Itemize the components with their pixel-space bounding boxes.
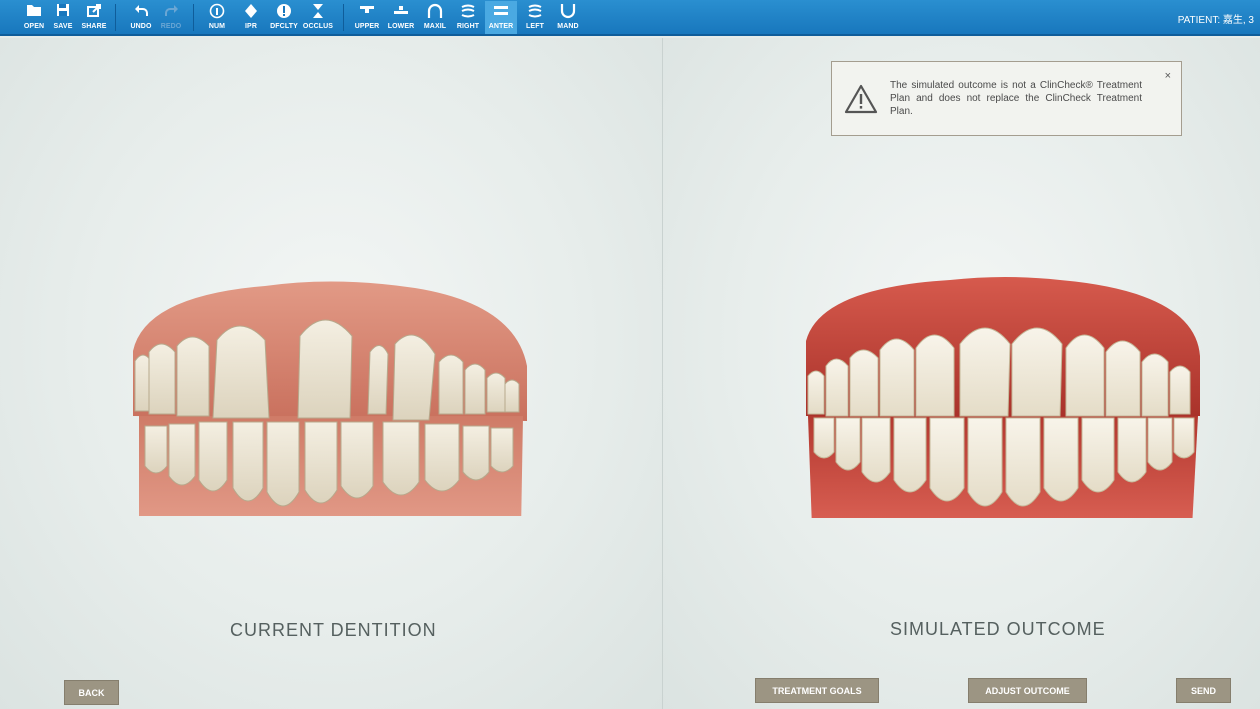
- left-view-button[interactable]: LEFT: [519, 1, 551, 34]
- right-view-button[interactable]: RIGHT: [452, 1, 484, 34]
- anterior-view-button[interactable]: ANTER: [485, 1, 517, 34]
- maxillary-view-button[interactable]: MAXIL: [419, 1, 451, 34]
- current-dentition-model[interactable]: [125, 266, 535, 516]
- toolbar-separator: [343, 4, 344, 31]
- save-icon: [47, 3, 79, 23]
- right-view-icon: [452, 3, 484, 23]
- lower-view-icon: [385, 3, 417, 23]
- toolbar-separator: [193, 4, 194, 31]
- adjust-outcome-button[interactable]: ADJUST OUTCOME: [968, 678, 1087, 703]
- left-view-icon: [519, 3, 551, 23]
- difficulty-button[interactable]: DFCLTY: [268, 1, 300, 34]
- ipr-button[interactable]: IPR: [235, 1, 267, 34]
- undo-icon: [125, 3, 157, 23]
- treatment-goals-button[interactable]: TREATMENT GOALS: [755, 678, 879, 703]
- anterior-view-icon: [485, 3, 517, 23]
- back-button[interactable]: BACK: [64, 680, 119, 705]
- disclaimer-notice: The simulated outcome is not a ClinCheck…: [831, 61, 1182, 136]
- ipr-diamond-icon: [235, 3, 267, 23]
- maxillary-view-icon: [419, 3, 451, 23]
- mandibular-view-button[interactable]: MAND: [552, 1, 584, 34]
- redo-icon: [155, 3, 187, 23]
- current-dentition-title: CURRENT DENTITION: [230, 620, 437, 640]
- upper-view-button[interactable]: UPPER: [351, 1, 383, 34]
- toolbar-separator: [115, 4, 116, 31]
- disclaimer-text: The simulated outcome is not a ClinCheck…: [890, 80, 1142, 117]
- open-button[interactable]: OPEN: [18, 1, 50, 34]
- num-button[interactable]: NUM: [201, 1, 233, 34]
- occlusion-button[interactable]: OCCLUS: [302, 1, 334, 34]
- current-dentition-panel: CURRENT DENTITION: [0, 38, 662, 709]
- simulated-outcome-title: SIMULATED OUTCOME: [890, 619, 1106, 639]
- warning-icon: [844, 84, 878, 114]
- mandibular-view-icon: [552, 3, 584, 23]
- upper-view-icon: [351, 3, 383, 23]
- toolbar: OPEN SAVE SHARE UNDO REDO NUM IPR DFCLTY…: [0, 0, 1260, 36]
- number-icon: [201, 3, 233, 23]
- save-button[interactable]: SAVE: [47, 1, 79, 34]
- share-button[interactable]: SHARE: [78, 1, 110, 34]
- undo-button[interactable]: UNDO: [125, 1, 157, 34]
- close-icon[interactable]: ×: [1165, 70, 1171, 82]
- difficulty-icon: [268, 3, 300, 23]
- lower-view-button[interactable]: LOWER: [385, 1, 417, 34]
- occlusion-icon: [302, 3, 334, 23]
- patient-label: PATIENT: 嘉生, 3: [1177, 15, 1254, 26]
- redo-button[interactable]: REDO: [155, 1, 187, 34]
- simulated-outcome-model[interactable]: [800, 266, 1205, 518]
- simulated-outcome-panel: SIMULATED OUTCOME: [663, 38, 1260, 709]
- folder-icon: [18, 3, 50, 23]
- share-icon: [78, 3, 110, 23]
- send-button[interactable]: SEND: [1176, 678, 1231, 703]
